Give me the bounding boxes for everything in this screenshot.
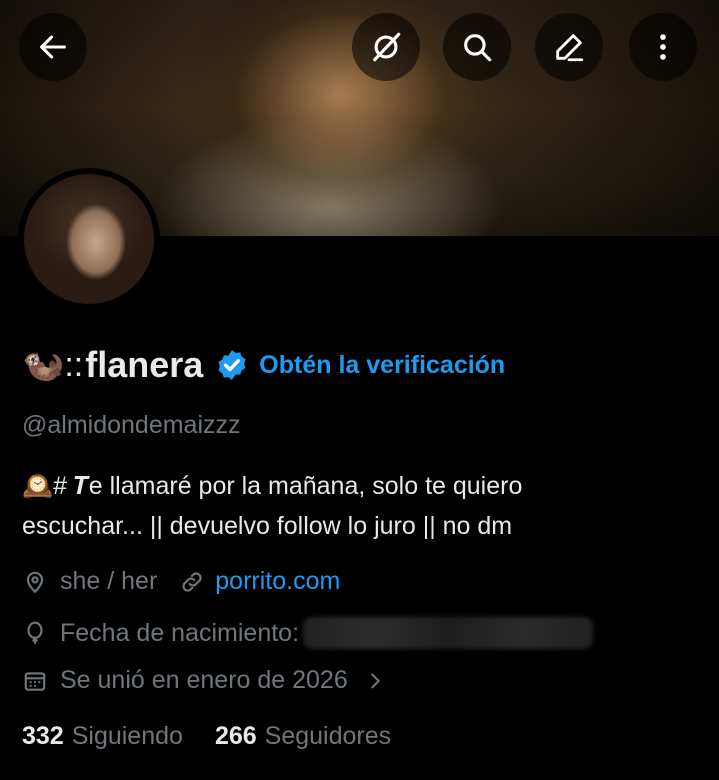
birthday-label: Fecha de nacimiento: — [60, 618, 300, 647]
grok-icon — [373, 32, 401, 62]
search-button[interactable] — [443, 13, 511, 81]
following-link[interactable]: 332 Siguiendo — [22, 722, 183, 751]
avatar-image — [24, 174, 154, 304]
display-name-row: 🦦:: flanera Obtén la verificación — [22, 343, 505, 387]
calendar-icon — [24, 671, 46, 691]
follow-stats: 332 Siguiendo 266 Seguidores — [22, 722, 391, 751]
edit-button[interactable] — [535, 13, 603, 81]
location-website-row: she / her porrito.com — [22, 567, 340, 596]
balloon-icon — [27, 621, 43, 644]
following-label: Siguiendo — [71, 722, 183, 750]
followers-label: Seguidores — [264, 722, 392, 750]
birthday-row: Fecha de nacimiento: — [22, 617, 594, 649]
joined-date: Se unió en enero de 2026 — [60, 666, 348, 694]
followers-count: 266 — [214, 722, 257, 750]
handle: @almidondemaizzz — [22, 411, 241, 439]
link-icon — [182, 571, 202, 592]
get-verified-link[interactable]: Obtén la verificación — [259, 351, 505, 380]
avatar[interactable] — [18, 168, 160, 310]
more-button[interactable] — [629, 13, 697, 81]
arrow-left-icon — [40, 35, 66, 59]
location-pin-icon — [26, 571, 44, 593]
search-icon — [464, 34, 492, 62]
chevron-right-icon — [370, 673, 380, 688]
edit-icon — [556, 34, 584, 62]
bio: 🕰️# 𝑻e llamaré por la mañana, solo te qu… — [22, 466, 702, 546]
joined-row[interactable]: Se unió en enero de 2026 — [22, 666, 398, 695]
website-link[interactable]: porrito.com — [215, 567, 340, 596]
followers-link[interactable]: 266 Seguidores — [215, 722, 391, 751]
more-vertical-icon — [660, 34, 666, 60]
bio-line: escuchar... || devuelvo follow lo juro |… — [22, 512, 513, 540]
grok-button[interactable] — [352, 13, 420, 81]
following-count: 332 — [22, 722, 64, 750]
name-prefix: 🦦:: — [22, 346, 84, 384]
display-name: flanera — [85, 344, 204, 385]
bio-line: 🕰️# 𝑻e llamaré por la mañana, solo te qu… — [22, 472, 523, 500]
verified-badge-icon[interactable] — [215, 348, 249, 382]
redacted-birthday — [303, 617, 594, 649]
back-button[interactable] — [19, 13, 87, 81]
pronouns: she / her — [60, 567, 158, 595]
